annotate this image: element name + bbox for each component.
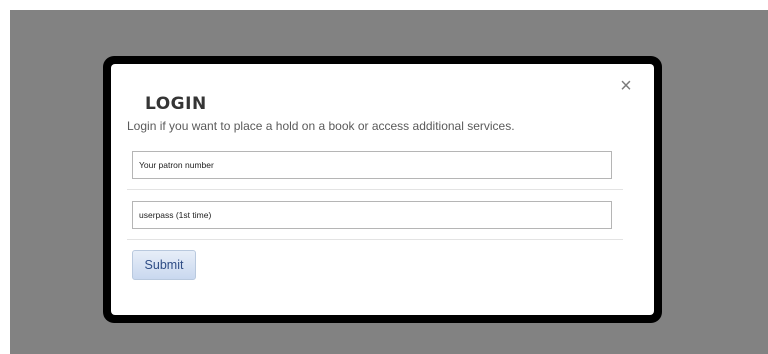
divider — [127, 239, 623, 240]
submit-button[interactable]: Submit — [132, 250, 196, 280]
close-icon[interactable]: × — [618, 76, 634, 96]
login-dialog-frame: × LOGIN Login if you want to place a hol… — [103, 56, 662, 323]
password-input[interactable] — [132, 201, 612, 229]
divider — [127, 189, 623, 190]
login-dialog: × LOGIN Login if you want to place a hol… — [111, 64, 654, 315]
patron-number-input[interactable] — [132, 151, 612, 179]
dialog-description: Login if you want to place a hold on a b… — [127, 119, 515, 133]
dialog-title: LOGIN — [145, 94, 207, 114]
